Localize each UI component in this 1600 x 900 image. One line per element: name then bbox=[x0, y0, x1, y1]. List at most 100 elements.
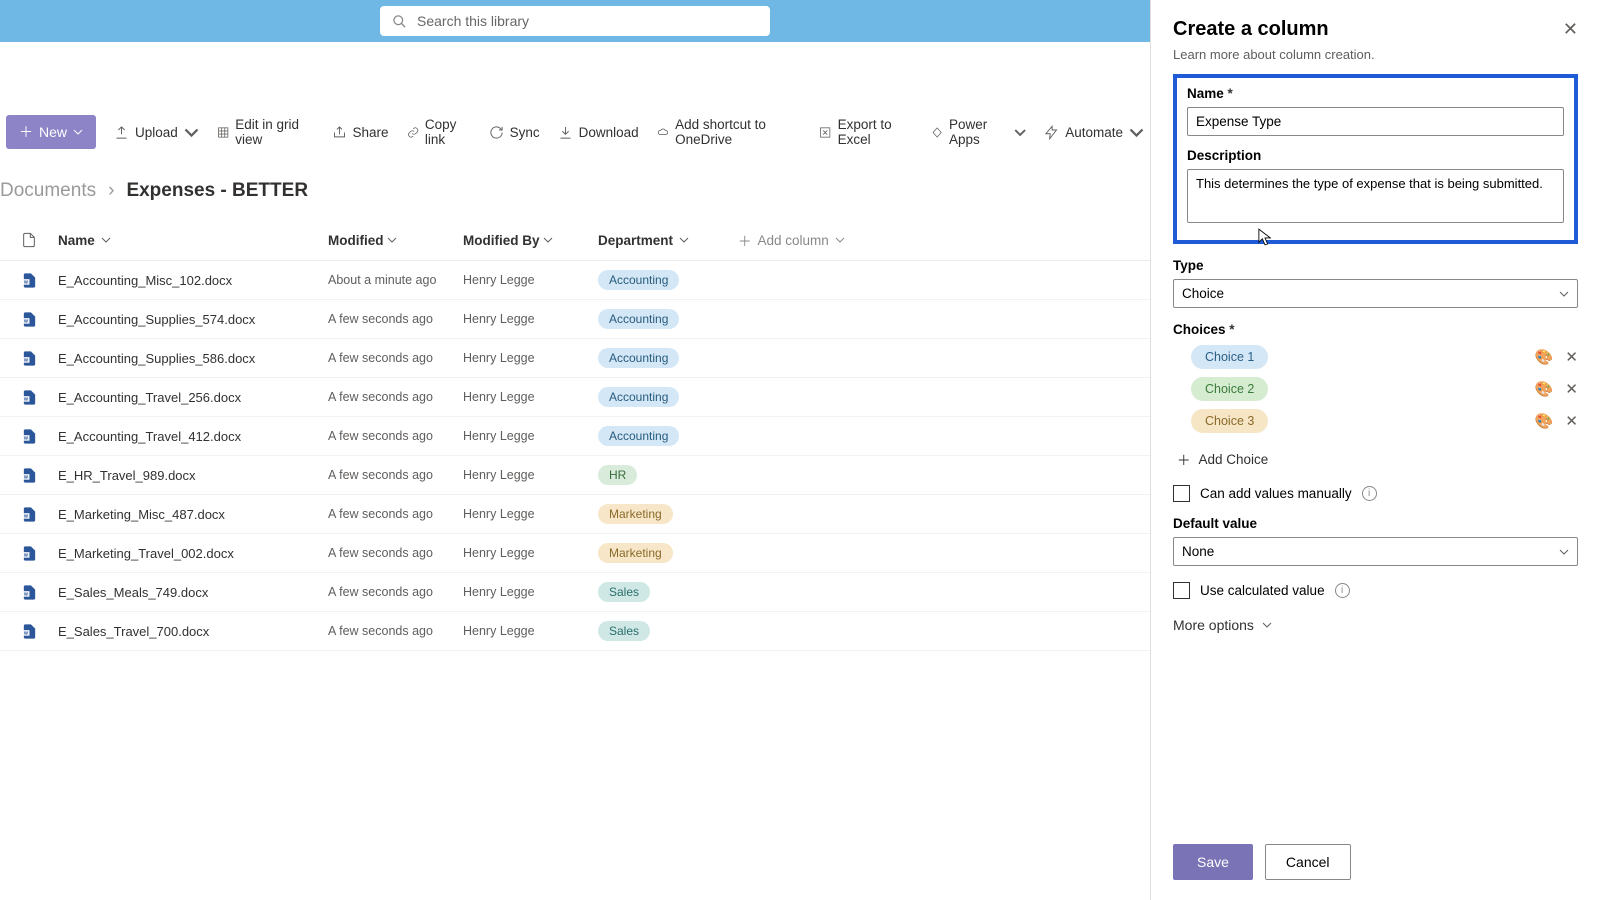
sync-icon bbox=[489, 125, 504, 140]
column-department[interactable]: Department bbox=[598, 233, 738, 248]
file-icon: W bbox=[0, 467, 58, 484]
name-input[interactable] bbox=[1187, 107, 1564, 136]
name-label: Name bbox=[1187, 86, 1564, 101]
copy-link-button[interactable]: Copy link bbox=[407, 117, 471, 147]
choices-label: Choices bbox=[1173, 322, 1578, 337]
share-button[interactable]: Share bbox=[332, 125, 389, 140]
default-value-select[interactable]: None bbox=[1173, 537, 1578, 566]
table-row[interactable]: WE_Accounting_Supplies_586.docxA few sec… bbox=[0, 339, 1150, 378]
choice-chip[interactable]: Choice 1 bbox=[1191, 345, 1268, 369]
table-row[interactable]: W E_Accounting_Misc_102.docxAbout a minut… bbox=[0, 261, 1150, 300]
file-name: E_Sales_Meals_749.docx bbox=[58, 585, 328, 600]
svg-text:W: W bbox=[23, 435, 27, 440]
save-button[interactable]: Save bbox=[1173, 844, 1253, 880]
choice-chip[interactable]: Choice 3 bbox=[1191, 409, 1268, 433]
table-row[interactable]: WE_HR_Travel_989.docxA few seconds agoHe… bbox=[0, 456, 1150, 495]
add-column-button[interactable]: ＋Add column bbox=[738, 230, 898, 250]
modified-date: About a minute ago bbox=[328, 273, 463, 287]
edit-grid-button[interactable]: Edit in grid view bbox=[217, 117, 314, 147]
info-icon[interactable]: i bbox=[1335, 583, 1350, 598]
sync-button[interactable]: Sync bbox=[489, 125, 540, 140]
top-bar: Search this library bbox=[0, 0, 1150, 42]
automate-icon bbox=[1044, 125, 1059, 140]
department-cell: Marketing bbox=[598, 543, 738, 563]
modified-by: Henry Legge bbox=[463, 390, 598, 404]
column-name[interactable]: Name bbox=[58, 233, 328, 248]
file-icon: W bbox=[0, 623, 58, 640]
department-cell: Marketing bbox=[598, 504, 738, 524]
file-name: E_Accounting_Misc_102.docx bbox=[58, 273, 328, 288]
table-row[interactable]: W E_Marketing_Misc_487.docxA few seconds … bbox=[0, 495, 1150, 534]
download-button[interactable]: Download bbox=[558, 125, 639, 140]
search-input[interactable]: Search this library bbox=[380, 6, 770, 36]
choice-item: Choice 3 🎨 ✕ bbox=[1191, 409, 1578, 433]
column-modified-by[interactable]: Modified By bbox=[463, 233, 598, 248]
table-row[interactable]: WE_Sales_Travel_700.docxA few seconds ag… bbox=[0, 612, 1150, 651]
upload-button[interactable]: Upload bbox=[114, 125, 199, 140]
file-icon: W bbox=[0, 311, 58, 328]
more-options-toggle[interactable]: More options bbox=[1173, 617, 1578, 633]
remove-choice-button[interactable]: ✕ bbox=[1565, 348, 1578, 366]
svg-text:W: W bbox=[23, 318, 27, 323]
modified-date: A few seconds ago bbox=[328, 507, 463, 521]
table-row[interactable]: WE_Accounting_Travel_256.docxA few secon… bbox=[0, 378, 1150, 417]
modified-date: A few seconds ago bbox=[328, 312, 463, 326]
choice-chip[interactable]: Choice 2 bbox=[1191, 377, 1268, 401]
automate-button[interactable]: Automate bbox=[1044, 125, 1144, 140]
chevron-down-icon bbox=[73, 127, 83, 137]
svg-text:W: W bbox=[23, 279, 27, 284]
calculated-value-checkbox[interactable] bbox=[1173, 582, 1190, 599]
column-file-icon[interactable] bbox=[0, 232, 58, 248]
table-row[interactable]: WE_Marketing_Travel_002.docxA few second… bbox=[0, 534, 1150, 573]
shortcut-button[interactable]: Add shortcut to OneDrive bbox=[657, 117, 801, 147]
table-row[interactable]: WE_Sales_Meals_749.docxA few seconds ago… bbox=[0, 573, 1150, 612]
svg-text:W: W bbox=[23, 513, 27, 518]
palette-icon[interactable]: 🎨 bbox=[1535, 412, 1554, 430]
type-select[interactable]: Choice bbox=[1173, 279, 1578, 308]
chevron-down-icon bbox=[1559, 547, 1569, 557]
new-button[interactable]: ＋ New bbox=[6, 115, 96, 149]
command-bar: ＋ New Upload Edit in grid view Share Cop… bbox=[0, 112, 1150, 152]
modified-by: Henry Legge bbox=[463, 585, 598, 599]
excel-icon bbox=[819, 125, 831, 140]
powerapps-button[interactable]: Power Apps bbox=[931, 117, 1026, 147]
create-column-panel: Create a column ✕ Learn more about colum… bbox=[1150, 0, 1600, 900]
modified-by: Henry Legge bbox=[463, 273, 598, 287]
info-icon[interactable]: i bbox=[1362, 486, 1377, 501]
description-input[interactable] bbox=[1187, 169, 1564, 223]
modified-by: Henry Legge bbox=[463, 429, 598, 443]
remove-choice-button[interactable]: ✕ bbox=[1565, 412, 1578, 430]
manual-values-checkbox[interactable] bbox=[1173, 485, 1190, 502]
svg-text:W: W bbox=[23, 630, 27, 635]
svg-text:W: W bbox=[23, 474, 27, 479]
svg-text:W: W bbox=[23, 552, 27, 557]
file-name: E_Marketing_Travel_002.docx bbox=[58, 546, 328, 561]
file-name: E_Accounting_Supplies_574.docx bbox=[58, 312, 328, 327]
breadcrumb-root[interactable]: Documents bbox=[0, 180, 96, 202]
file-name: E_Accounting_Travel_412.docx bbox=[58, 429, 328, 444]
type-label: Type bbox=[1173, 258, 1578, 273]
download-icon bbox=[558, 125, 573, 140]
add-choice-button[interactable]: ＋ Add Choice bbox=[1177, 449, 1578, 469]
chevron-down-icon bbox=[1129, 125, 1144, 140]
column-modified[interactable]: Modified bbox=[328, 233, 463, 248]
remove-choice-button[interactable]: ✕ bbox=[1565, 380, 1578, 398]
close-button[interactable]: ✕ bbox=[1563, 19, 1578, 40]
modified-date: A few seconds ago bbox=[328, 351, 463, 365]
file-name: E_Accounting_Travel_256.docx bbox=[58, 390, 328, 405]
powerapps-icon bbox=[931, 125, 943, 140]
table-row[interactable]: W E_Accounting_Supplies_574.docxA few sec… bbox=[0, 300, 1150, 339]
excel-button[interactable]: Export to Excel bbox=[819, 117, 913, 147]
search-placeholder: Search this library bbox=[417, 13, 529, 29]
chevron-down-icon bbox=[387, 235, 397, 245]
modified-by: Henry Legge bbox=[463, 351, 598, 365]
file-name: E_HR_Travel_989.docx bbox=[58, 468, 328, 483]
file-icon: W bbox=[0, 428, 58, 445]
learn-more-link[interactable]: Learn more about column creation. bbox=[1173, 47, 1578, 62]
file-name: E_Marketing_Misc_487.docx bbox=[58, 507, 328, 522]
cancel-button[interactable]: Cancel bbox=[1265, 844, 1351, 880]
palette-icon[interactable]: 🎨 bbox=[1535, 348, 1554, 366]
table-row[interactable]: WE_Accounting_Travel_412.docxA few secon… bbox=[0, 417, 1150, 456]
chevron-down-icon bbox=[101, 235, 111, 245]
palette-icon[interactable]: 🎨 bbox=[1535, 380, 1554, 398]
